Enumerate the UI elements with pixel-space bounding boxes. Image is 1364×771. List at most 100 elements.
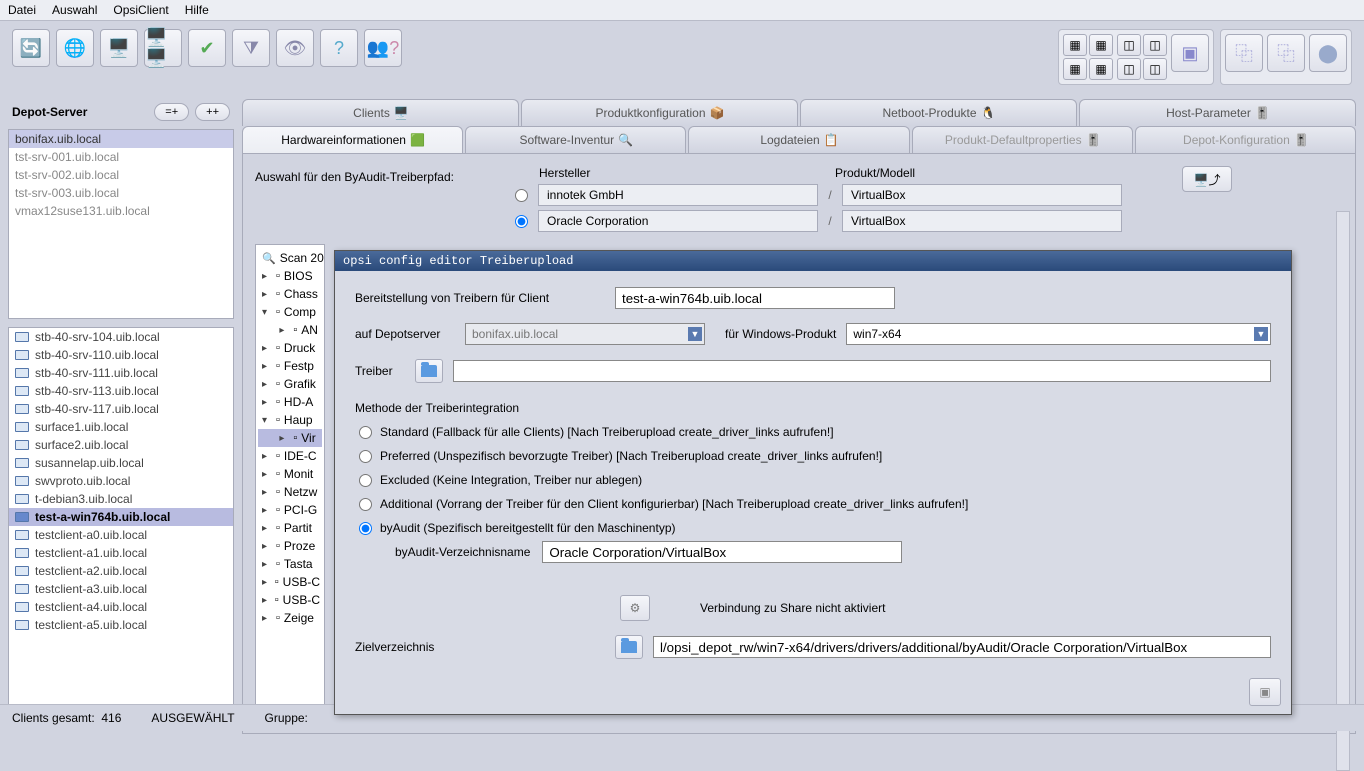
layout-btn[interactable]: ◫ (1117, 34, 1141, 56)
client-item[interactable]: stb-40-srv-110.uib.local (9, 346, 233, 364)
layout-btn[interactable]: ▦ (1063, 58, 1087, 80)
clients-button[interactable]: 🖥️🖥️ (144, 29, 182, 67)
tree-toggle-icon[interactable]: ▸ (262, 271, 272, 282)
depot-item[interactable]: tst-srv-003.uib.local (9, 184, 233, 202)
tree-toggle-icon[interactable]: ▸ (262, 397, 272, 408)
client-item[interactable]: testclient-a1.uib.local (9, 544, 233, 562)
tree-item[interactable]: ▸▫Monit (258, 465, 322, 483)
target-browse-button[interactable] (615, 635, 643, 659)
gear-button[interactable]: ⚙ (620, 595, 650, 621)
tree-toggle-icon[interactable]: ▸ (262, 595, 271, 606)
tab-clients[interactable]: Clients🖥️ (242, 99, 519, 126)
method-additional-radio[interactable] (359, 498, 372, 511)
method-byaudit-radio[interactable] (359, 522, 372, 535)
users-help-button[interactable]: 👥? (364, 29, 402, 67)
tree-item[interactable]: ▸▫Chass (258, 285, 322, 303)
tree-item[interactable]: ▸▫Proze (258, 537, 322, 555)
copy-btn[interactable]: ⿻ (1225, 34, 1263, 72)
tree-item[interactable]: ▸▫HD-A (258, 393, 322, 411)
tree-item[interactable]: ▸▫USB-C (258, 591, 322, 609)
tree-toggle-icon[interactable]: ▸ (262, 487, 272, 498)
tree-root[interactable]: 🔍Scan 20 (258, 249, 322, 267)
client-item[interactable]: testclient-a5.uib.local (9, 616, 233, 634)
sphere-btn[interactable]: ⬤ (1309, 34, 1347, 72)
client-input[interactable] (615, 287, 895, 309)
tree-toggle-icon[interactable]: ▸ (262, 541, 272, 552)
tree-toggle-icon[interactable]: ▾ (262, 415, 272, 426)
globe-button[interactable]: 🌐 (56, 29, 94, 67)
depot-item[interactable]: tst-srv-002.uib.local (9, 166, 233, 184)
tree-item[interactable]: ▾▫Comp (258, 303, 322, 321)
tree-toggle-icon[interactable]: ▸ (262, 451, 272, 462)
tree-toggle-icon[interactable]: ▸ (262, 289, 272, 300)
tree-toggle-icon[interactable]: ▸ (279, 325, 289, 336)
tab-hostparam[interactable]: Host-Parameter🎚️ (1079, 99, 1356, 126)
tree-toggle-icon[interactable]: ▸ (262, 361, 272, 372)
depot-item[interactable]: vmax12suse131.uib.local (9, 202, 233, 220)
tab-netboot[interactable]: Netboot-Produkte🐧 (800, 99, 1077, 126)
driver-browse-button[interactable] (415, 359, 443, 383)
tree-toggle-icon[interactable]: ▸ (262, 559, 272, 570)
tree-item[interactable]: ▸▫Grafik (258, 375, 322, 393)
client-item[interactable]: stb-40-srv-113.uib.local (9, 382, 233, 400)
tree-item[interactable]: ▸▫Partit (258, 519, 322, 537)
client-list[interactable]: stb-40-srv-104.uib.localstb-40-srv-110.u… (8, 327, 234, 712)
client-item[interactable]: test-a-win764b.uib.local (9, 508, 233, 526)
tree-toggle-icon[interactable]: ▾ (262, 307, 272, 318)
layout-btn[interactable]: ◫ (1143, 34, 1167, 56)
tree-toggle-icon[interactable]: ▸ (262, 523, 272, 534)
byaudit-dir-input[interactable] (542, 541, 902, 563)
client-item[interactable]: surface1.uib.local (9, 418, 233, 436)
tree-toggle-icon[interactable]: ▸ (262, 379, 272, 390)
client-item[interactable]: t-debian3.uib.local (9, 490, 233, 508)
winprod-select[interactable]: win7-x64▼ (846, 323, 1271, 345)
driver-path-input[interactable] (453, 360, 1271, 382)
client-item[interactable]: susannelap.uib.local (9, 454, 233, 472)
tree-toggle-icon[interactable]: ▸ (262, 469, 272, 480)
client-item[interactable]: swvproto.uib.local (9, 472, 233, 490)
client-item[interactable]: testclient-a4.uib.local (9, 598, 233, 616)
method-standard-radio[interactable] (359, 426, 372, 439)
depot-add-button[interactable]: ++ (195, 103, 230, 121)
hardware-tree[interactable]: 🔍Scan 20▸▫BIOS▸▫Chass▾▫Comp ▸▫AN▸▫Druck▸… (255, 244, 325, 729)
tree-toggle-icon[interactable]: ▸ (262, 613, 272, 624)
filter-button[interactable]: ⧩ (232, 29, 270, 67)
layout-btn[interactable]: ◫ (1143, 58, 1167, 80)
tree-toggle-icon[interactable]: ▸ (262, 343, 272, 354)
add-client-button[interactable]: 🖥️ (100, 29, 138, 67)
tree-item[interactable]: ▸▫USB-C (258, 573, 322, 591)
depot-select[interactable]: bonifax.uib.local▼ (465, 323, 705, 345)
tree-item[interactable]: ▸▫Festp (258, 357, 322, 375)
layout-btn[interactable]: ▦ (1063, 34, 1087, 56)
method-excluded-radio[interactable] (359, 474, 372, 487)
target-path-input[interactable] (653, 636, 1271, 658)
client-item[interactable]: stb-40-srv-117.uib.local (9, 400, 233, 418)
client-item[interactable]: stb-40-srv-104.uib.local (9, 328, 233, 346)
help-button[interactable]: ? (320, 29, 358, 67)
tree-item[interactable]: ▸▫BIOS (258, 267, 322, 285)
tree-item[interactable]: ▸▫Vir (258, 429, 322, 447)
tree-item[interactable]: ▸▫Druck (258, 339, 322, 357)
client-item[interactable]: stb-40-srv-111.uib.local (9, 364, 233, 382)
layout-btn[interactable]: ▦ (1089, 58, 1113, 80)
tree-item[interactable]: ▸▫Netzw (258, 483, 322, 501)
depot-item[interactable]: tst-srv-001.uib.local (9, 148, 233, 166)
tree-toggle-icon[interactable]: ▸ (262, 577, 271, 588)
depot-item[interactable]: bonifax.uib.local (9, 130, 233, 148)
tree-toggle-icon[interactable]: ▸ (262, 505, 272, 516)
depot-list[interactable]: bonifax.uib.local tst-srv-001.uib.local … (8, 129, 234, 319)
tree-item[interactable]: ▸▫PCI-G (258, 501, 322, 519)
tab-swinv[interactable]: Software-Inventur🔍 (465, 126, 686, 153)
tab-logs[interactable]: Logdateien📋 (688, 126, 909, 153)
vertical-scrollbar[interactable] (1336, 211, 1350, 771)
menu-help[interactable]: Hilfe (185, 3, 209, 17)
tree-item[interactable]: ▸▫AN (258, 321, 322, 339)
menu-file[interactable]: Datei (8, 3, 36, 17)
check-button[interactable]: ✔ (188, 29, 226, 67)
byaudit-radio-1[interactable] (515, 215, 528, 228)
execute-button[interactable]: ▣ (1249, 678, 1281, 706)
layout-btn[interactable]: ▦ (1089, 34, 1113, 56)
byaudit-radio-0[interactable] (515, 189, 528, 202)
client-item[interactable]: testclient-a0.uib.local (9, 526, 233, 544)
layers-btn[interactable]: ⿻ (1267, 34, 1305, 72)
